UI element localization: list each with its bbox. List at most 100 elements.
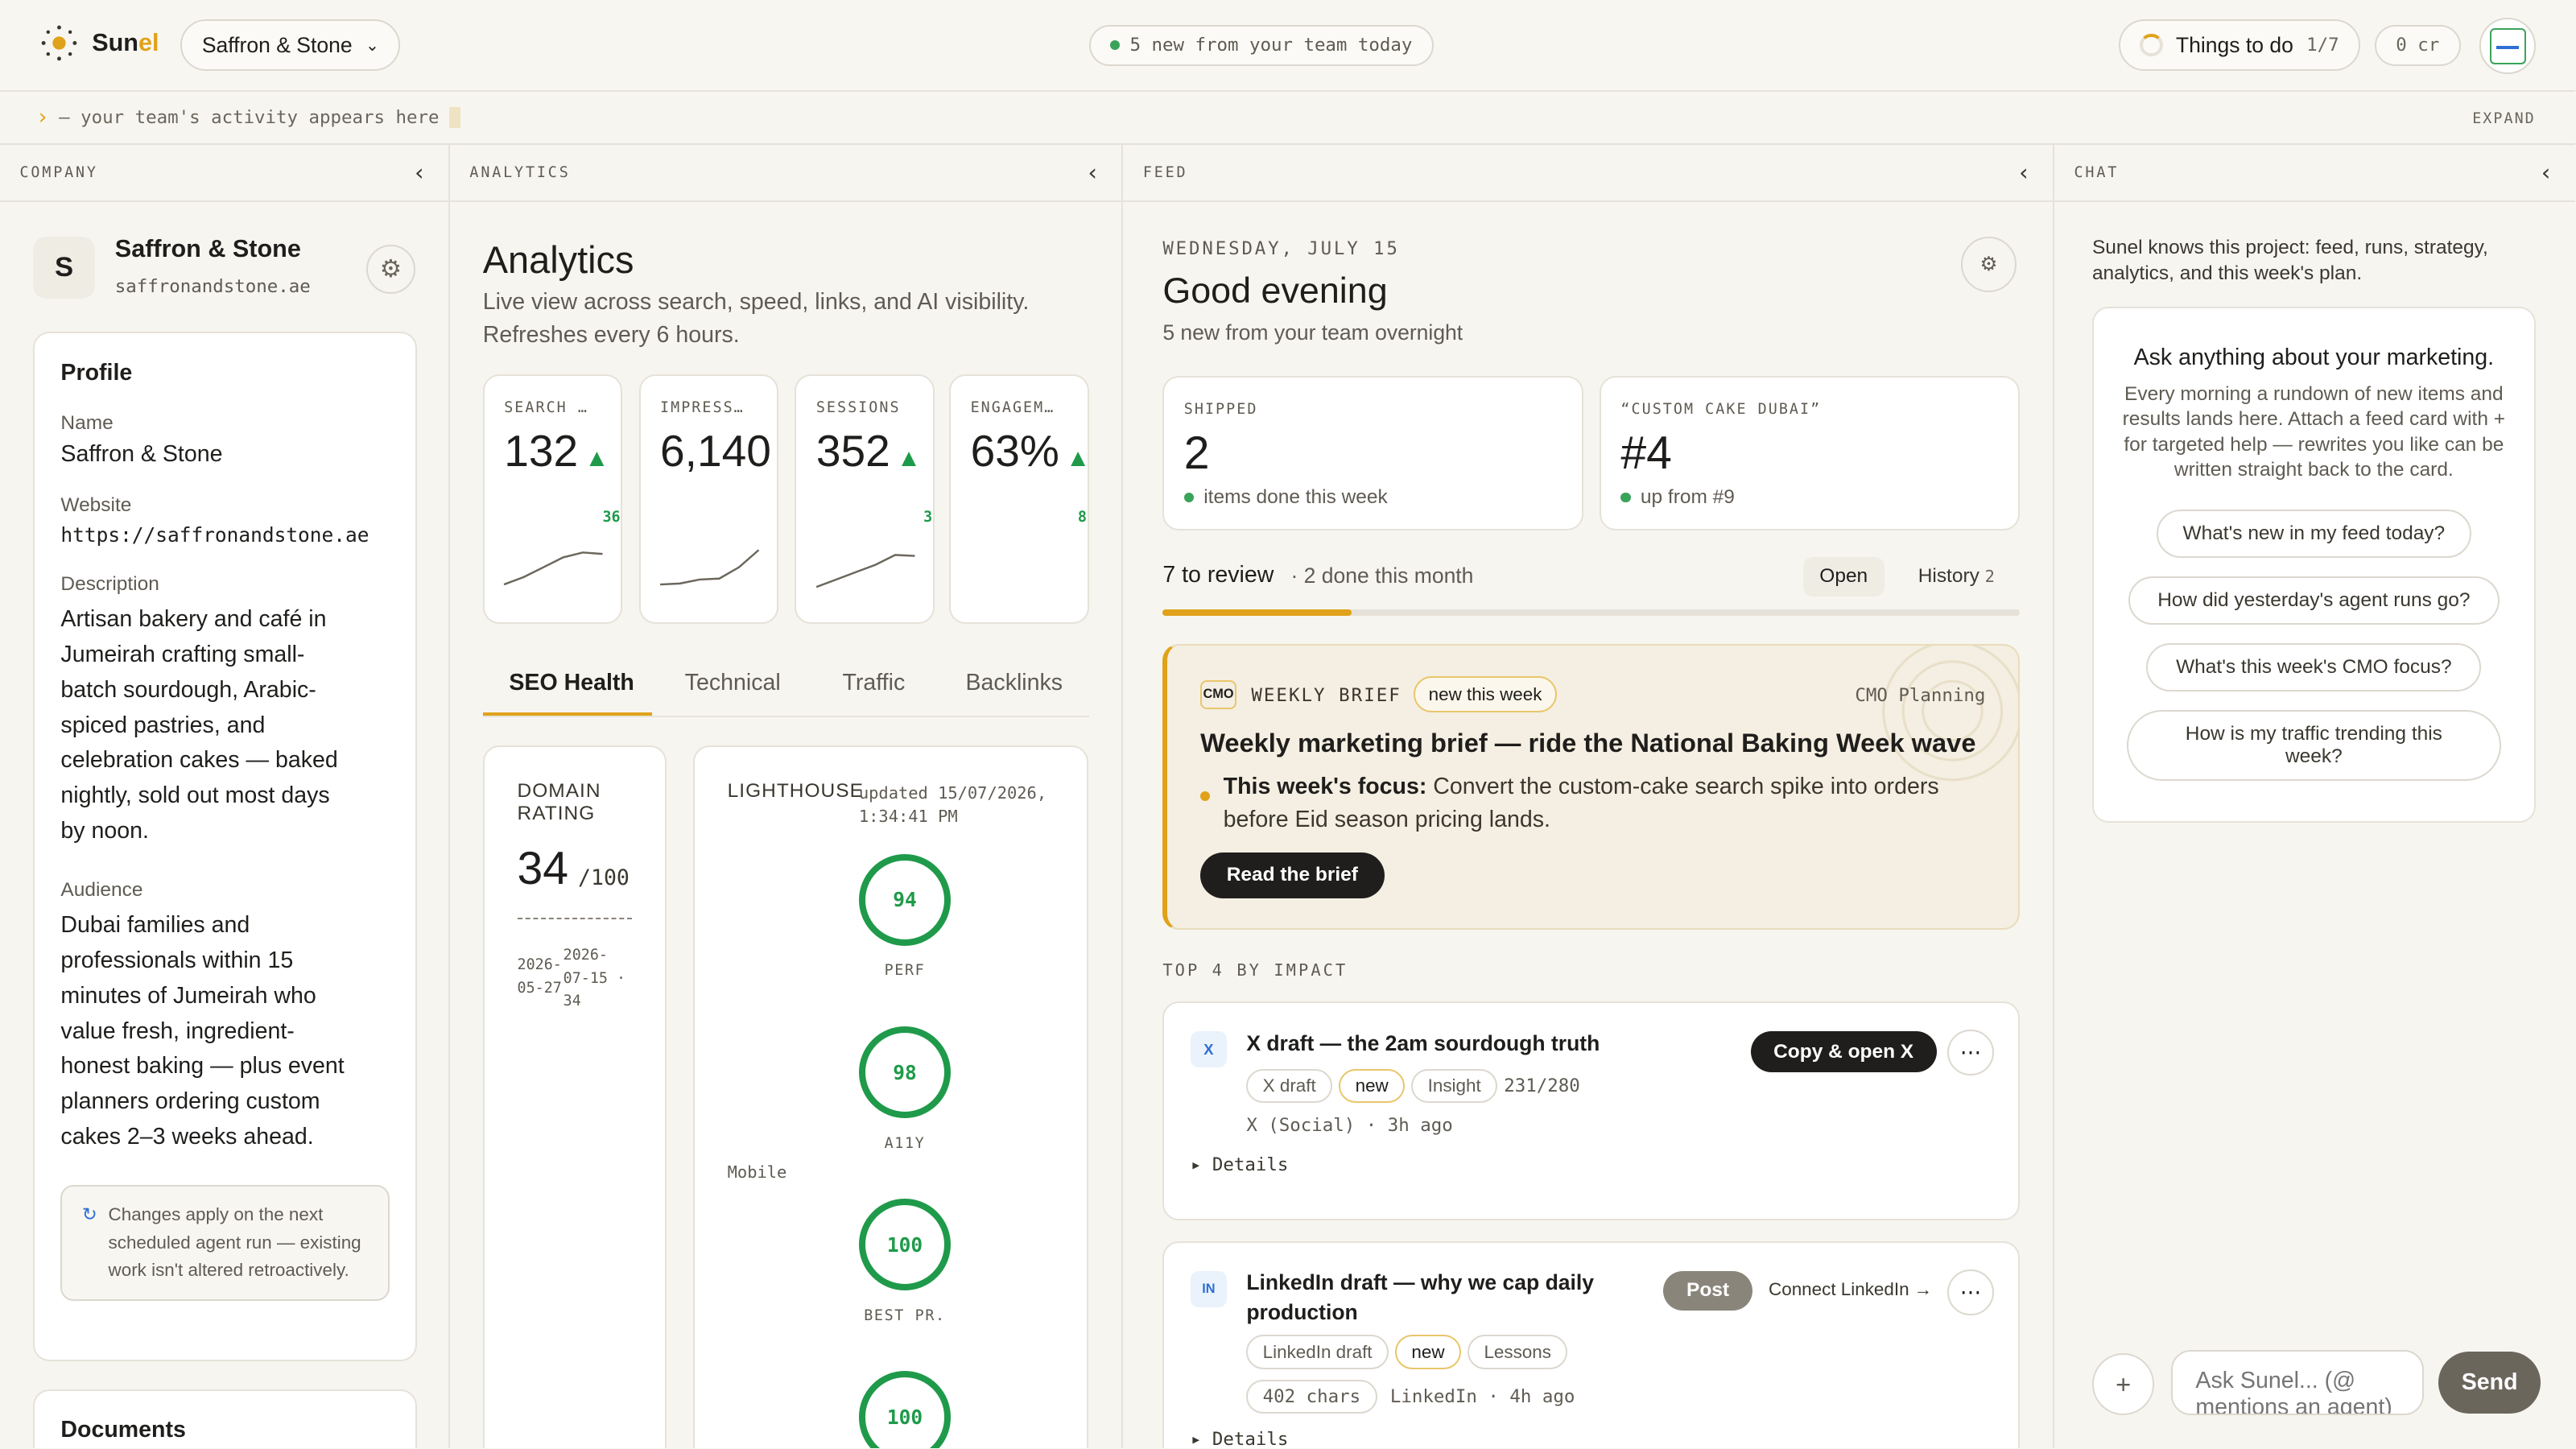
company-avatar: S [32, 236, 96, 299]
lighthouse-score: 100 BEST PR. [858, 1199, 957, 1324]
settings-icon[interactable]: ⚙ [1960, 236, 2017, 293]
credits-badge[interactable]: 0 cr [2374, 24, 2461, 66]
top-bar: Sunel Saffron & Stone ⌄ 5 new from your … [0, 0, 2575, 93]
panel-header: CHAT ‹ [2054, 145, 2575, 202]
refresh-icon: ↻ [81, 1204, 97, 1225]
panel-header: COMPANY ‹ [0, 145, 448, 202]
user-avatar[interactable] [2479, 18, 2536, 74]
stat-note: items done this week [1183, 486, 1388, 509]
device-label: Mobile [727, 1162, 787, 1183]
collapse-icon[interactable]: ‹ [1086, 159, 1102, 186]
details-toggle[interactable]: ▸ Details [1191, 1429, 1289, 1449]
weekly-brief-card: CMO WEEKLY BRIEF new this week CMO Plann… [1162, 643, 2021, 930]
activity-text: — your team's activity appears here [59, 106, 440, 128]
collapse-icon[interactable]: ‹ [412, 159, 428, 186]
description-label: Description [60, 572, 159, 595]
tab-open[interactable]: Open [1802, 556, 1885, 597]
details-toggle[interactable]: ▸ Details [1191, 1154, 1289, 1175]
copy-open-x-button[interactable]: Copy & open X [1750, 1031, 1937, 1073]
score-ring: 100 [858, 1371, 952, 1449]
domain-rating-label: DOMAIN RATING [517, 779, 601, 824]
done-count: · 2 done this month [1290, 563, 1474, 588]
cursor [448, 106, 461, 129]
kpi-card[interactable]: IMPRESS…6,140▲1 [638, 374, 778, 625]
lighthouse-score: 94 PERF [858, 853, 957, 979]
brief-focus: This week's focus: Convert the custom-ca… [1223, 773, 1939, 832]
kpi-label: IMPRESS… [660, 398, 745, 416]
kpi-label: SEARCH … [504, 398, 588, 416]
tab-history[interactable]: History 2 [1918, 565, 1995, 588]
feed-item[interactable]: IN LinkedIn draft — why we cap daily pro… [1162, 1241, 2021, 1449]
kpi-value: 352 ▲ [815, 426, 922, 477]
website-value[interactable]: https://saffronandstone.ae [60, 523, 389, 547]
panel-title: CHAT [2074, 163, 2120, 181]
chat-welcome-card: Ask anything about your marketing. Every… [2091, 307, 2536, 824]
note-text: Changes apply on the next scheduled agen… [108, 1204, 361, 1281]
post-button[interactable]: Post [1663, 1270, 1752, 1311]
page-title: Analytics [482, 238, 634, 281]
credits-text: 0 cr [2396, 35, 2440, 56]
suggestion-button[interactable]: What's new in my feed today? [2156, 509, 2472, 559]
new-badge: new this week [1414, 676, 1557, 713]
name-value[interactable]: Saffron & Stone [60, 441, 389, 468]
chip: X draft [1246, 1068, 1333, 1104]
kpi-card[interactable]: SESSIONS 352▲ 31.3 [795, 374, 935, 625]
domain-rating-max: /100 [578, 865, 630, 891]
collapse-icon[interactable]: ‹ [2539, 159, 2555, 186]
dr-date-end: 2026-07-15 · 34 [563, 946, 626, 1010]
chevron-down-icon: ⌄ [365, 36, 379, 55]
char-count: 402 chars [1246, 1379, 1377, 1414]
tab-backlinks[interactable]: Backlinks [966, 670, 1063, 696]
brand-logo-icon [2489, 27, 2526, 64]
cmo-badge: CMO [1200, 679, 1236, 710]
description-value[interactable]: Artisan bakery and café in Jumeirah craf… [60, 602, 356, 849]
tab-seo-health[interactable]: SEO Health [509, 670, 634, 696]
more-icon[interactable]: ⋯ [1947, 1269, 1994, 1315]
connect-linkedin-link[interactable]: Connect LinkedIn → [1769, 1279, 1932, 1300]
domain-rating-card: DOMAIN RATING 34 /100 2026-05-27 2026-07… [482, 745, 667, 1449]
up-arrow-icon: ▲ [584, 444, 609, 473]
gear-icon[interactable]: ⚙ [365, 244, 416, 295]
company-name: Saffron & Stone [114, 234, 301, 262]
kpi-value: 63% ▲ [970, 426, 1089, 477]
tab-traffic[interactable]: Traffic [843, 670, 906, 696]
panel-header: FEED ‹ [1123, 145, 2054, 202]
profile-title: Profile [60, 359, 133, 386]
stat-label: “CUSTOM CAKE DUBAI” [1620, 400, 1822, 418]
profile-card: Profile Name Saffron & Stone Website htt… [32, 332, 418, 1362]
todo-button[interactable]: Things to do 1/7 [2118, 19, 2361, 71]
tab-technical[interactable]: Technical [685, 670, 781, 696]
expand-button[interactable]: EXPAND [2472, 110, 2536, 127]
item-meta: LinkedIn · 4h ago [1389, 1385, 1575, 1407]
kpi-value: 132 ▲ [504, 426, 609, 477]
top-label: TOP 4 BY IMPACT [1162, 960, 1348, 980]
chip: Lessons [1468, 1335, 1568, 1369]
workspace-switcher[interactable]: Saffron & Stone ⌄ [180, 19, 401, 71]
chip: LinkedIn draft [1246, 1335, 1389, 1369]
kpi-delta: 8.6% [1077, 509, 1088, 526]
attach-button[interactable]: + [2091, 1352, 2155, 1416]
name-label: Name [60, 412, 114, 435]
kpi-card[interactable]: SEARCH … 132▲ 36.1% [482, 374, 623, 625]
collapse-icon[interactable]: ‹ [2017, 159, 2033, 186]
kpi-card[interactable]: ENGAGEM… 63%▲ 8.6% [949, 374, 1089, 625]
more-icon[interactable]: ⋯ [1947, 1030, 1994, 1076]
chat-input[interactable] [2170, 1349, 2425, 1416]
item-title: LinkedIn draft — why we cap daily produc… [1246, 1269, 1595, 1324]
chat-panel: CHAT ‹ Sunel knows this project: feed, ru… [2054, 145, 2575, 1449]
chip: new [1395, 1335, 1461, 1369]
send-button[interactable]: Send [2438, 1351, 2541, 1414]
workspace-name: Saffron & Stone [201, 32, 353, 57]
audience-value[interactable]: Dubai families and professionals within … [60, 908, 359, 1155]
suggestion-button[interactable]: How is my traffic trending this week? [2126, 709, 2501, 782]
up-arrow-icon: ▲ [896, 444, 922, 473]
analytics-panel: ANALYTICS ‹ Analytics Live view across se… [449, 144, 1124, 1449]
feed-item[interactable]: X X draft — the 2am sourdough truth X dr… [1162, 1001, 2021, 1220]
suggestion-button[interactable]: What's this week's CMO focus? [2146, 642, 2482, 692]
company-domain: saffronandstone.ae [114, 275, 311, 297]
suggestion-button[interactable]: How did yesterday's agent runs go? [2128, 576, 2500, 625]
read-brief-button[interactable]: Read the brief [1200, 852, 1385, 898]
item-meta: X (Social) · 3h ago [1246, 1115, 1453, 1137]
logo[interactable]: Sunel [39, 23, 159, 63]
news-badge[interactable]: 5 new from your team today [1088, 24, 1434, 66]
